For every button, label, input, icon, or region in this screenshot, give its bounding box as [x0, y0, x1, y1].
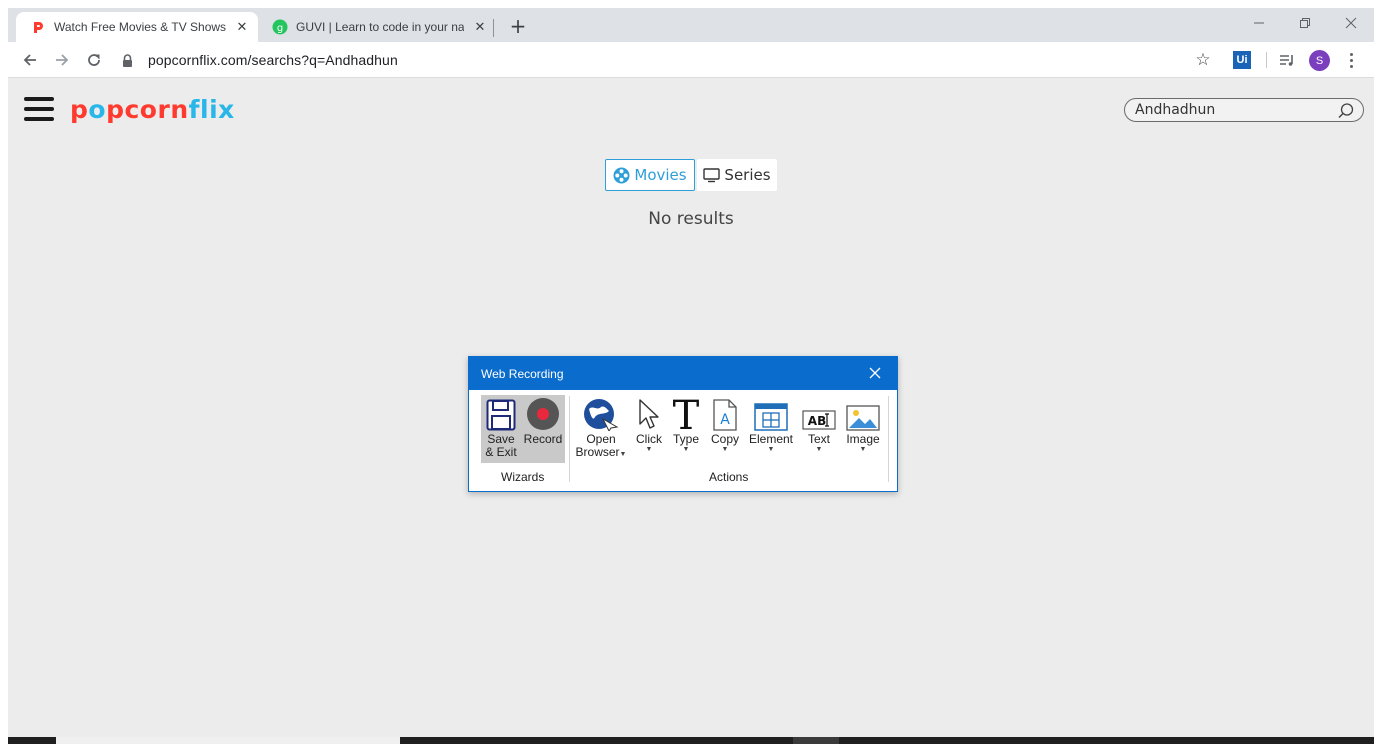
- tab-title: Watch Free Movies & TV Shows (: [54, 20, 226, 34]
- dialog-title: Web Recording: [481, 366, 564, 381]
- empty-state-message: No results: [648, 209, 734, 229]
- bookmark-star-icon[interactable]: ☆: [1192, 49, 1214, 71]
- tab-separator: [493, 19, 494, 37]
- restore-icon[interactable]: [1282, 10, 1328, 36]
- open-browser-label: Open Browser▼: [575, 432, 627, 459]
- dropdown-caret-icon: ▼: [645, 446, 653, 453]
- guvi-favicon-icon: g: [272, 19, 288, 35]
- tab-strip: Watch Free Movies & TV Shows ( ✕ g GUVI …: [8, 8, 1374, 42]
- copy-button[interactable]: A Copy ▼: [707, 395, 743, 454]
- lock-icon: [122, 53, 134, 67]
- site-logo[interactable]: popcornflix: [70, 95, 235, 124]
- url-text: popcornflix.com/searchs?q=Andhadhun: [148, 52, 398, 68]
- tab-close-icon[interactable]: ✕: [234, 19, 250, 35]
- tab-series[interactable]: Series: [697, 159, 777, 191]
- image-picture-icon: [846, 395, 880, 431]
- taskbar-search-field[interactable]: [56, 737, 400, 744]
- element-window-icon: [754, 395, 788, 431]
- tab-movies[interactable]: Movies: [605, 159, 695, 191]
- record-icon: [526, 395, 560, 431]
- svg-text:A: A: [720, 412, 730, 428]
- click-button[interactable]: Click ▼: [631, 395, 667, 454]
- record-button[interactable]: Record: [521, 395, 565, 463]
- element-label: Element: [748, 432, 794, 446]
- tab-movies-label: Movies: [634, 166, 687, 184]
- toolbar-separator: [1266, 52, 1267, 68]
- open-browser-button[interactable]: Open Browser▼: [575, 395, 627, 459]
- copy-document-icon: A: [712, 395, 738, 431]
- group-separator: [888, 396, 889, 482]
- back-arrow-icon[interactable]: [18, 48, 42, 72]
- record-label: Record: [523, 432, 563, 446]
- tab-popcornflix[interactable]: Watch Free Movies & TV Shows ( ✕: [16, 12, 258, 42]
- search-icon[interactable]: [1337, 102, 1355, 120]
- address-bar[interactable]: popcornflix.com/searchs?q=Andhadhun: [116, 45, 1216, 75]
- search-box[interactable]: [1124, 98, 1364, 122]
- menu-kebab-icon[interactable]: [1342, 49, 1360, 71]
- search-input[interactable]: [1135, 102, 1325, 118]
- type-label: Type: [672, 432, 699, 446]
- cursor-arrow-icon: [637, 395, 661, 431]
- svg-text:g: g: [277, 23, 283, 34]
- click-label: Click: [636, 432, 662, 446]
- page-content: popcornflix Movies Series No results Web…: [8, 79, 1374, 737]
- tab-title: GUVI | Learn to code in your nati: [296, 20, 464, 34]
- dropdown-caret-icon: ▼: [682, 446, 690, 453]
- tab-series-label: Series: [724, 166, 771, 184]
- forward-arrow-icon[interactable]: [50, 48, 74, 72]
- taskbar-app-item[interactable]: [793, 737, 839, 744]
- monitor-icon: [703, 167, 721, 183]
- save-exit-button[interactable]: Save & Exit: [481, 395, 521, 463]
- dropdown-caret-icon: ▼: [859, 446, 867, 453]
- taskbar: [8, 737, 1374, 744]
- text-box-icon: AB: [802, 395, 836, 431]
- text-button[interactable]: AB Text ▼: [799, 395, 839, 454]
- save-exit-label: Save & Exit: [485, 432, 517, 459]
- image-button[interactable]: Image ▼: [843, 395, 883, 454]
- hamburger-menu-icon[interactable]: [24, 97, 54, 121]
- wizards-group-label: Wizards: [501, 470, 545, 484]
- actions-group-label: Actions: [709, 470, 749, 484]
- copy-label: Copy: [710, 432, 739, 446]
- uipath-extension-icon[interactable]: Ui: [1233, 51, 1251, 69]
- group-separator: [569, 396, 570, 482]
- dialog-title-bar: Web Recording: [469, 357, 897, 390]
- dropdown-caret-icon: ▼: [721, 446, 729, 453]
- element-button[interactable]: Element ▼: [747, 395, 795, 454]
- close-window-icon[interactable]: [1328, 10, 1374, 36]
- type-button[interactable]: T Type ▼: [669, 395, 703, 454]
- type-t-icon: T: [671, 395, 701, 431]
- popcornflix-favicon-icon: [30, 19, 46, 35]
- tab-close-icon[interactable]: ✕: [472, 19, 488, 35]
- svg-text:AB: AB: [808, 414, 826, 428]
- profile-avatar[interactable]: S: [1309, 50, 1330, 71]
- browser-window: Watch Free Movies & TV Shows ( ✕ g GUVI …: [8, 8, 1374, 744]
- globe-cursor-icon: [583, 395, 619, 431]
- tab-guvi[interactable]: g GUVI | Learn to code in your nati ✕: [258, 12, 496, 42]
- media-control-icon[interactable]: [1276, 49, 1298, 71]
- minimize-icon[interactable]: [1236, 10, 1282, 36]
- browser-toolbar: popcornflix.com/searchs?q=Andhadhun ☆ Ui…: [8, 42, 1374, 78]
- new-tab-icon[interactable]: +: [508, 14, 528, 38]
- floppy-disk-icon: [486, 395, 516, 431]
- text-label: Text: [807, 432, 830, 446]
- close-icon[interactable]: [867, 365, 883, 381]
- image-label: Image: [846, 432, 880, 446]
- dropdown-caret-icon: ▼: [815, 446, 823, 453]
- dropdown-caret-icon: ▼: [767, 446, 775, 453]
- svg-text:T: T: [673, 395, 700, 431]
- web-recording-dialog: Web Recording Save & Exit Record Wizards…: [468, 356, 898, 492]
- dialog-ribbon: Save & Exit Record Wizards Open Browser▼…: [469, 390, 897, 491]
- reload-icon[interactable]: [82, 48, 106, 72]
- film-reel-icon: [613, 167, 630, 184]
